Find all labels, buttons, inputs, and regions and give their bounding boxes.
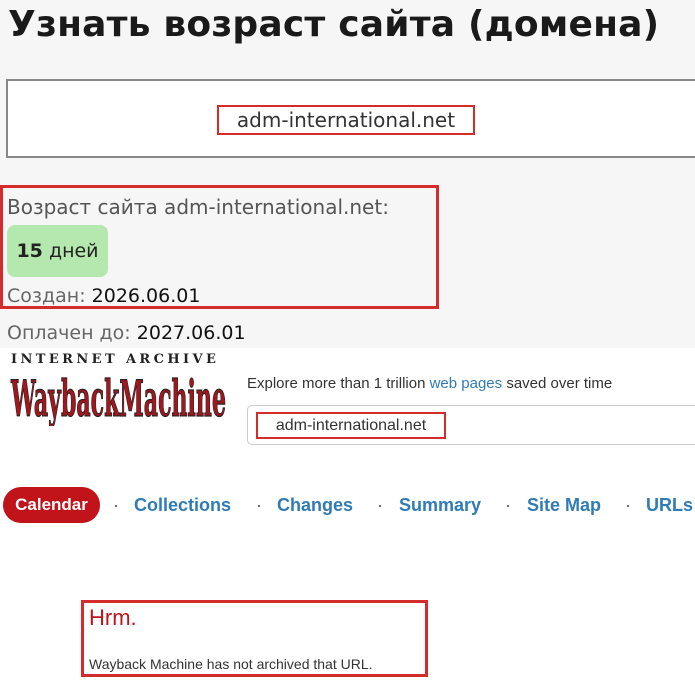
page-title: Узнать возраст сайта (домена) [8, 4, 660, 45]
age-result-label: Возраст сайта adm-international.net: [7, 195, 389, 219]
web-pages-link[interactable]: web pages [430, 375, 503, 392]
tagline-text: Explore more than 1 trillion [247, 375, 426, 392]
tab-summary[interactable]: Summary [399, 495, 481, 516]
domain-input-value[interactable]: adm-international.net [217, 105, 475, 135]
tab-separator: · [505, 495, 511, 515]
not-archived-message: Wayback Machine has not archived that UR… [89, 656, 373, 672]
wayback-url-value[interactable]: adm-international.net [256, 412, 446, 439]
age-days-unit: дней [48, 240, 99, 262]
tab-site-map[interactable]: Site Map [527, 495, 601, 516]
tab-calendar[interactable]: Calendar [3, 487, 100, 523]
wayback-machine-logo[interactable]: WaybackMachine [10, 368, 227, 426]
paid-value: 2027.06.01 [136, 322, 246, 344]
hrm-heading: Hrm. [89, 605, 137, 630]
age-days-badge: 15 дней [7, 225, 108, 277]
tab-separator: · [377, 495, 383, 515]
tab-urls[interactable]: URLs [646, 495, 693, 516]
tagline: Explore more than 1 trillion web pages s… [247, 375, 612, 392]
paid-line: Оплачен до: 2027.06.01 [7, 322, 246, 344]
paid-label: Оплачен до: [7, 322, 131, 344]
wayback-logo-text: WaybackMachine [11, 369, 226, 426]
created-label: Создан: [7, 285, 86, 307]
created-value: 2026.06.01 [91, 285, 201, 307]
internet-archive-text: INTERNET ARCHIVE [11, 352, 220, 367]
tab-separator: · [256, 495, 262, 515]
tagline-end: saved over time [506, 375, 613, 392]
age-days-number: 15 [16, 240, 43, 262]
tab-separator: · [625, 495, 631, 515]
tab-separator: · [113, 495, 119, 515]
tab-changes[interactable]: Changes [277, 495, 353, 516]
created-line: Создан: 2026.06.01 [7, 285, 200, 307]
tab-collections[interactable]: Collections [134, 495, 231, 516]
